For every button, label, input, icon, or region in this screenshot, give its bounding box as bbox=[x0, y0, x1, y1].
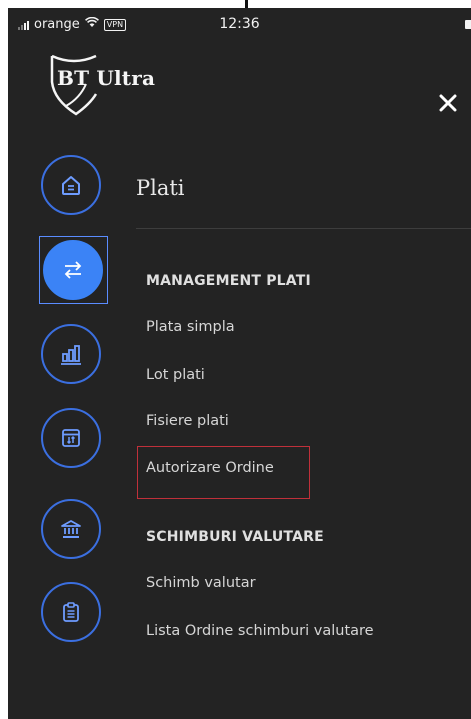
clock: 12:36 bbox=[219, 16, 260, 32]
title-divider bbox=[136, 228, 471, 229]
calendar-exchange-icon bbox=[62, 429, 80, 447]
menu-item-fisiere-plati[interactable]: Fisiere plati bbox=[146, 413, 229, 429]
highlight-box bbox=[137, 446, 310, 499]
status-bar: orange VPN 12:36 bbox=[8, 8, 471, 38]
rail-home-button[interactable] bbox=[41, 155, 101, 215]
rail-documents-button[interactable] bbox=[41, 582, 101, 642]
transfer-icon bbox=[64, 261, 82, 279]
rail-bank-button[interactable] bbox=[41, 499, 101, 559]
top-frame-edge bbox=[0, 0, 471, 8]
home-icon bbox=[62, 176, 80, 195]
menu-screen: orange VPN 12:36 BT Ultra Plati MANAGEME… bbox=[8, 8, 471, 719]
page-title: Plati bbox=[136, 176, 185, 200]
section-header-management-plati: MANAGEMENT PLATI bbox=[146, 273, 311, 289]
clipboard-icon bbox=[63, 602, 79, 622]
logo-text: BT Ultra bbox=[57, 66, 156, 90]
rail-investments-button[interactable] bbox=[41, 324, 101, 384]
rail-transactions-button[interactable] bbox=[41, 408, 101, 468]
rail-payments-button[interactable] bbox=[43, 240, 103, 300]
menu-item-schimb-valutar[interactable]: Schimb valutar bbox=[146, 575, 256, 591]
bank-icon bbox=[61, 520, 81, 538]
menu-item-lista-ordine-schimburi[interactable]: Lista Ordine schimburi valutare bbox=[146, 623, 374, 639]
chart-icon bbox=[61, 345, 81, 365]
bt-ultra-logo: BT Ultra bbox=[46, 54, 156, 116]
battery-icon bbox=[465, 20, 471, 29]
close-button[interactable] bbox=[435, 90, 461, 116]
close-icon bbox=[439, 94, 457, 112]
menu-item-lot-plati[interactable]: Lot plati bbox=[146, 367, 205, 383]
menu-item-plata-simpla[interactable]: Plata simpla bbox=[146, 319, 235, 335]
section-header-schimburi-valutare: SCHIMBURI VALUTARE bbox=[146, 529, 324, 545]
